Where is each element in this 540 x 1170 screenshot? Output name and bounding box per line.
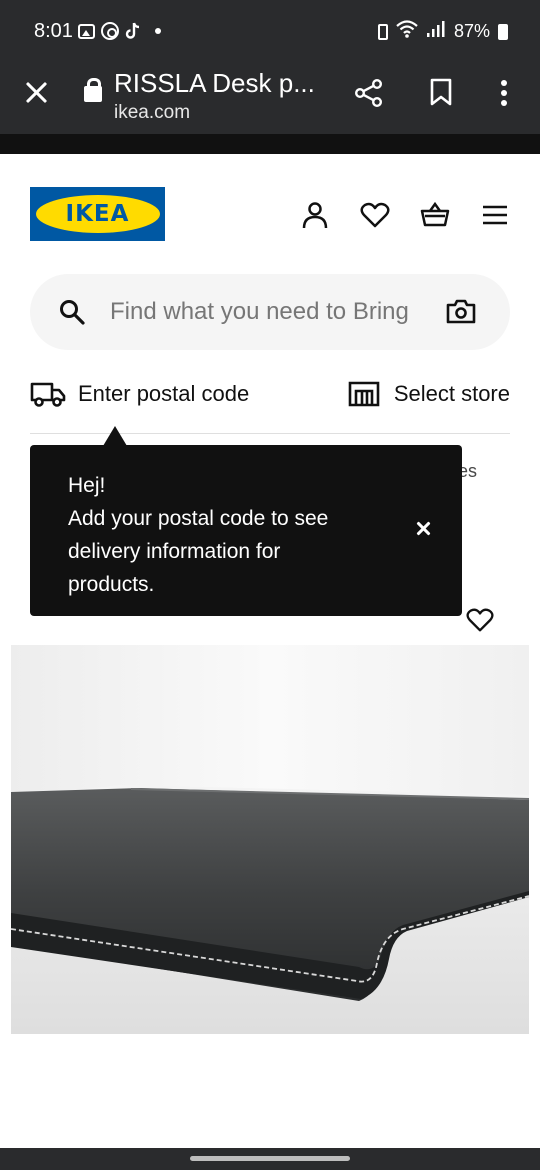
store-icon <box>348 380 380 408</box>
ikea-logo[interactable]: IKEA <box>30 187 165 241</box>
page-url[interactable]: ikea.com <box>114 102 190 124</box>
bookmark-icon[interactable] <box>430 78 452 106</box>
ikea-logo-text: IKEA <box>65 201 130 227</box>
tooltip-close-icon[interactable] <box>414 519 434 539</box>
more-vert-icon[interactable] <box>500 80 508 106</box>
browser-toolbar: RISSLA Desk p... ikea.com <box>0 64 540 134</box>
postal-code-label: Enter postal code <box>78 381 250 406</box>
ikea-logo-oval: IKEA <box>35 195 160 233</box>
lock-icon[interactable] <box>84 78 102 102</box>
gallery-icon <box>78 23 95 39</box>
postal-code-button[interactable]: Enter postal code <box>30 374 249 414</box>
battery-icon <box>498 23 508 40</box>
page-top-strip <box>0 134 540 154</box>
status-bar: 8:01 87% <box>0 0 540 64</box>
basket-icon[interactable] <box>420 200 450 230</box>
system-nav-bar <box>0 1148 540 1170</box>
favourite-heart-icon[interactable] <box>466 606 494 634</box>
search-input[interactable] <box>110 290 428 334</box>
tooltip-arrow <box>103 426 127 446</box>
desk-pad-illustration <box>11 645 529 1034</box>
heart-icon[interactable] <box>360 200 390 230</box>
menu-icon[interactable] <box>480 200 510 230</box>
tooltip-body: Add your postal code to see delivery inf… <box>68 507 329 596</box>
battery-percent: 87% <box>453 21 490 41</box>
select-store-button[interactable]: Select store <box>348 374 510 414</box>
divider <box>30 433 510 434</box>
notification-dot-icon <box>155 28 161 34</box>
home-gesture-handle[interactable] <box>190 1156 350 1161</box>
postal-code-tooltip: Hej! Add your postal code to see deliver… <box>30 445 462 616</box>
select-store-label: Select store <box>393 381 510 406</box>
tiktok-icon <box>125 22 141 40</box>
truck-icon <box>30 380 66 408</box>
user-icon[interactable] <box>300 200 330 230</box>
threads-icon <box>101 22 119 40</box>
tooltip-title: Hej! <box>68 474 106 497</box>
system-status: 87% <box>377 20 508 43</box>
page-title[interactable]: RISSLA Desk p... <box>114 68 334 99</box>
search-bar[interactable] <box>30 274 510 350</box>
product-image[interactable] <box>11 645 529 1034</box>
notification-icons <box>78 22 161 40</box>
battery-saver-icon <box>377 23 388 40</box>
camera-icon[interactable] <box>446 298 476 324</box>
share-icon[interactable] <box>354 78 384 108</box>
search-icon[interactable] <box>58 298 86 326</box>
wifi-icon <box>396 20 418 43</box>
close-icon[interactable] <box>24 80 48 104</box>
signal-icon <box>426 20 446 43</box>
status-time: 8:01 <box>34 20 73 42</box>
